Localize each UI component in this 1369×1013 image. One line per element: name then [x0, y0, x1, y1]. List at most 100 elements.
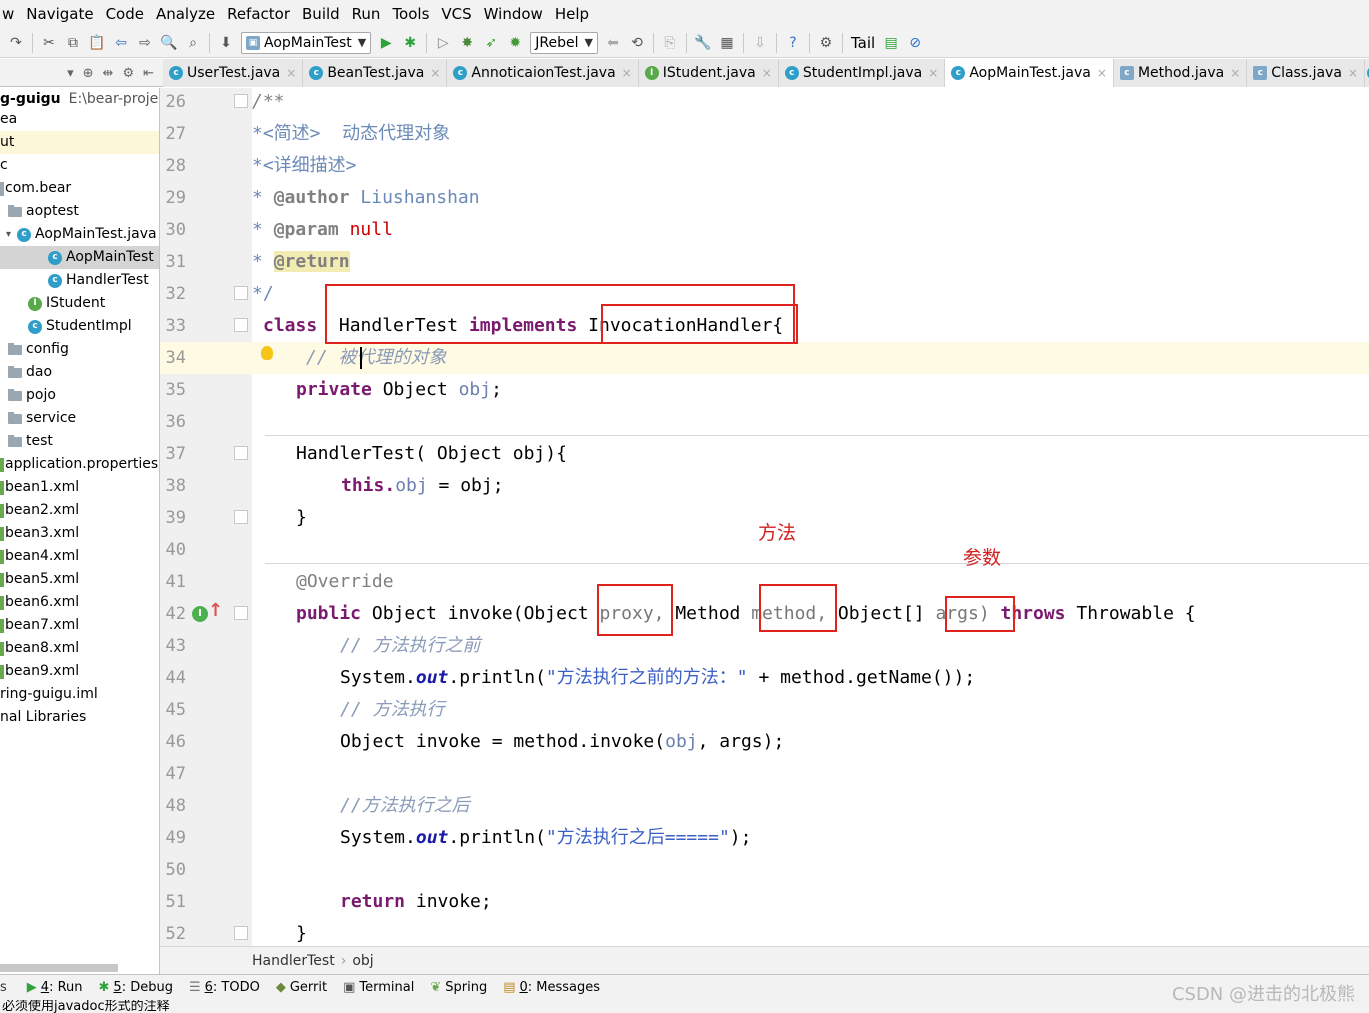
vcs-icon[interactable]: ⎘: [661, 34, 679, 52]
collapse-icon[interactable]: ⇹: [103, 66, 114, 81]
dropdown-icon[interactable]: ▾: [67, 66, 74, 81]
jrebel-select[interactable]: JRebel ▼: [530, 31, 598, 54]
tool-debug[interactable]: ✱ 5: Debug: [99, 980, 173, 995]
menu-navigate[interactable]: Navigate: [20, 0, 99, 28]
run-config-select[interactable]: ▣ AopMainTest ▼: [241, 31, 372, 54]
menu-window[interactable]: Window: [478, 0, 549, 28]
tree-class[interactable]: c AopMainTest: [0, 246, 159, 269]
run-coverage-icon[interactable]: ▷: [434, 34, 452, 52]
project-structure-icon[interactable]: ▦: [718, 34, 736, 52]
tree-class[interactable]: c StudentImpl: [28, 315, 132, 338]
fold-marker[interactable]: [234, 510, 248, 524]
tail-button[interactable]: Tail: [851, 34, 875, 52]
tab-method[interactable]: c Method.java ×: [1113, 59, 1248, 87]
tree-file[interactable]: bean2.xml: [0, 499, 79, 522]
implements-method-icon[interactable]: I: [192, 606, 208, 622]
lightbulb-icon[interactable]: [261, 346, 273, 360]
tree-item[interactable]: ut: [0, 131, 159, 154]
menu-tools[interactable]: Tools: [386, 0, 435, 28]
back-icon[interactable]: ⇦: [112, 34, 130, 52]
tree-file[interactable]: bean5.xml: [0, 568, 79, 591]
jrebel-debug-icon[interactable]: ✹: [506, 34, 524, 52]
close-icon[interactable]: ×: [286, 66, 296, 80]
run-icon[interactable]: ▶: [377, 34, 395, 52]
menu-run[interactable]: Run: [346, 0, 387, 28]
tab-istudent[interactable]: I IStudent.java ×: [638, 59, 779, 87]
help-icon[interactable]: ?: [784, 34, 802, 52]
plugin-icon[interactable]: ⚙: [817, 34, 835, 52]
fold-marker[interactable]: [234, 606, 248, 620]
tree-file[interactable]: bean8.xml: [0, 637, 79, 660]
close-icon[interactable]: ×: [1348, 66, 1358, 80]
update-icon[interactable]: ⬅: [604, 34, 622, 52]
tool-window-overflow[interactable]: s: [0, 980, 7, 995]
menu-help[interactable]: Help: [549, 0, 595, 28]
target-icon[interactable]: ⊕: [83, 66, 94, 81]
menu-window-partial[interactable]: w: [0, 0, 20, 28]
tree-folder[interactable]: aoptest: [8, 200, 79, 223]
tool-terminal[interactable]: ▣ Terminal: [343, 980, 414, 995]
close-icon[interactable]: ×: [622, 66, 632, 80]
tab-aopmaintest[interactable]: c AopMainTest.java ×: [945, 59, 1114, 87]
gear-icon[interactable]: ⚙: [122, 66, 134, 81]
tree-file[interactable]: bean9.xml: [0, 660, 79, 683]
tree-folder[interactable]: service: [8, 407, 76, 430]
tree-file[interactable]: bean4.xml: [0, 545, 79, 568]
breadcrumb-item[interactable]: obj: [352, 953, 373, 969]
close-icon[interactable]: ×: [430, 66, 440, 80]
tree-file[interactable]: ▾ c AopMainTest.java: [6, 223, 157, 246]
tool-messages[interactable]: ▤ 0: Messages: [503, 980, 600, 995]
find-icon[interactable]: 🔍: [160, 34, 178, 52]
settings-wrench-icon[interactable]: 🔧: [694, 34, 712, 52]
tree-file[interactable]: ring-guigu.iml: [0, 683, 98, 706]
tree-package[interactable]: com.bear: [0, 177, 71, 200]
close-icon[interactable]: ×: [1097, 66, 1107, 80]
build-icon[interactable]: ⬇: [217, 34, 235, 52]
hide-panel-icon[interactable]: ⇤: [143, 66, 154, 81]
tree-folder[interactable]: config: [8, 338, 69, 361]
tab-studentimpl[interactable]: c StudentImpl.java ×: [778, 59, 946, 87]
fold-marker[interactable]: [234, 926, 248, 940]
redo-icon[interactable]: ↷: [7, 34, 25, 52]
close-icon[interactable]: ×: [1230, 66, 1240, 80]
menu-code[interactable]: Code: [100, 0, 150, 28]
tool-todo[interactable]: ☰ 6: TODO: [189, 980, 260, 995]
tree-item[interactable]: c: [0, 154, 8, 177]
tree-file[interactable]: application.properties: [0, 453, 158, 476]
tree-file[interactable]: bean3.xml: [0, 522, 79, 545]
code-editor[interactable]: 26 27 28 29 30 31 32 33 34 35 36 37 38 3…: [160, 88, 1369, 946]
disable-icon[interactable]: ⊘: [906, 34, 924, 52]
menu-analyze[interactable]: Analyze: [150, 0, 221, 28]
tab-usertest[interactable]: c UserTest.java ×: [163, 59, 304, 87]
tree-file[interactable]: bean1.xml: [0, 476, 79, 499]
menu-build[interactable]: Build: [296, 0, 346, 28]
breadcrumb-item[interactable]: HandlerTest: [252, 953, 335, 969]
jrebel-run-icon[interactable]: ➶: [482, 34, 500, 52]
tool-gerrit[interactable]: ◆ Gerrit: [276, 980, 327, 995]
menu-vcs[interactable]: VCS: [435, 0, 477, 28]
sync-icon[interactable]: ⟲: [628, 34, 646, 52]
replace-icon[interactable]: ⌕: [184, 34, 202, 52]
tree-folder[interactable]: pojo: [8, 384, 56, 407]
tree-file[interactable]: bean7.xml: [0, 614, 79, 637]
menu-refactor[interactable]: Refactor: [221, 0, 296, 28]
fold-marker[interactable]: [234, 286, 248, 300]
monitor-icon[interactable]: ▤: [882, 34, 900, 52]
tree-file[interactable]: bean6.xml: [0, 591, 79, 614]
sdk-download-icon[interactable]: ⇩: [751, 34, 769, 52]
tree-class[interactable]: c HandlerTest: [48, 269, 149, 292]
paste-icon[interactable]: 📋: [88, 34, 106, 52]
fold-marker[interactable]: [234, 94, 248, 108]
tree-root[interactable]: g-guigu E:\bear-projec: [0, 88, 159, 111]
tree-item[interactable]: nal Libraries: [0, 706, 86, 729]
tool-run[interactable]: ▶ 4: Run: [27, 980, 83, 995]
tree-interface[interactable]: I IStudent: [28, 292, 105, 315]
tab-beantest[interactable]: c BeanTest.java ×: [303, 59, 448, 87]
tab-class[interactable]: c Class.java ×: [1247, 59, 1365, 87]
fold-marker[interactable]: [234, 318, 248, 332]
tree-item[interactable]: ea: [0, 108, 17, 131]
close-icon[interactable]: ×: [762, 66, 772, 80]
tree-folder[interactable]: dao: [8, 361, 52, 384]
fold-marker[interactable]: [234, 446, 248, 460]
horizontal-scrollbar[interactable]: [0, 964, 118, 972]
